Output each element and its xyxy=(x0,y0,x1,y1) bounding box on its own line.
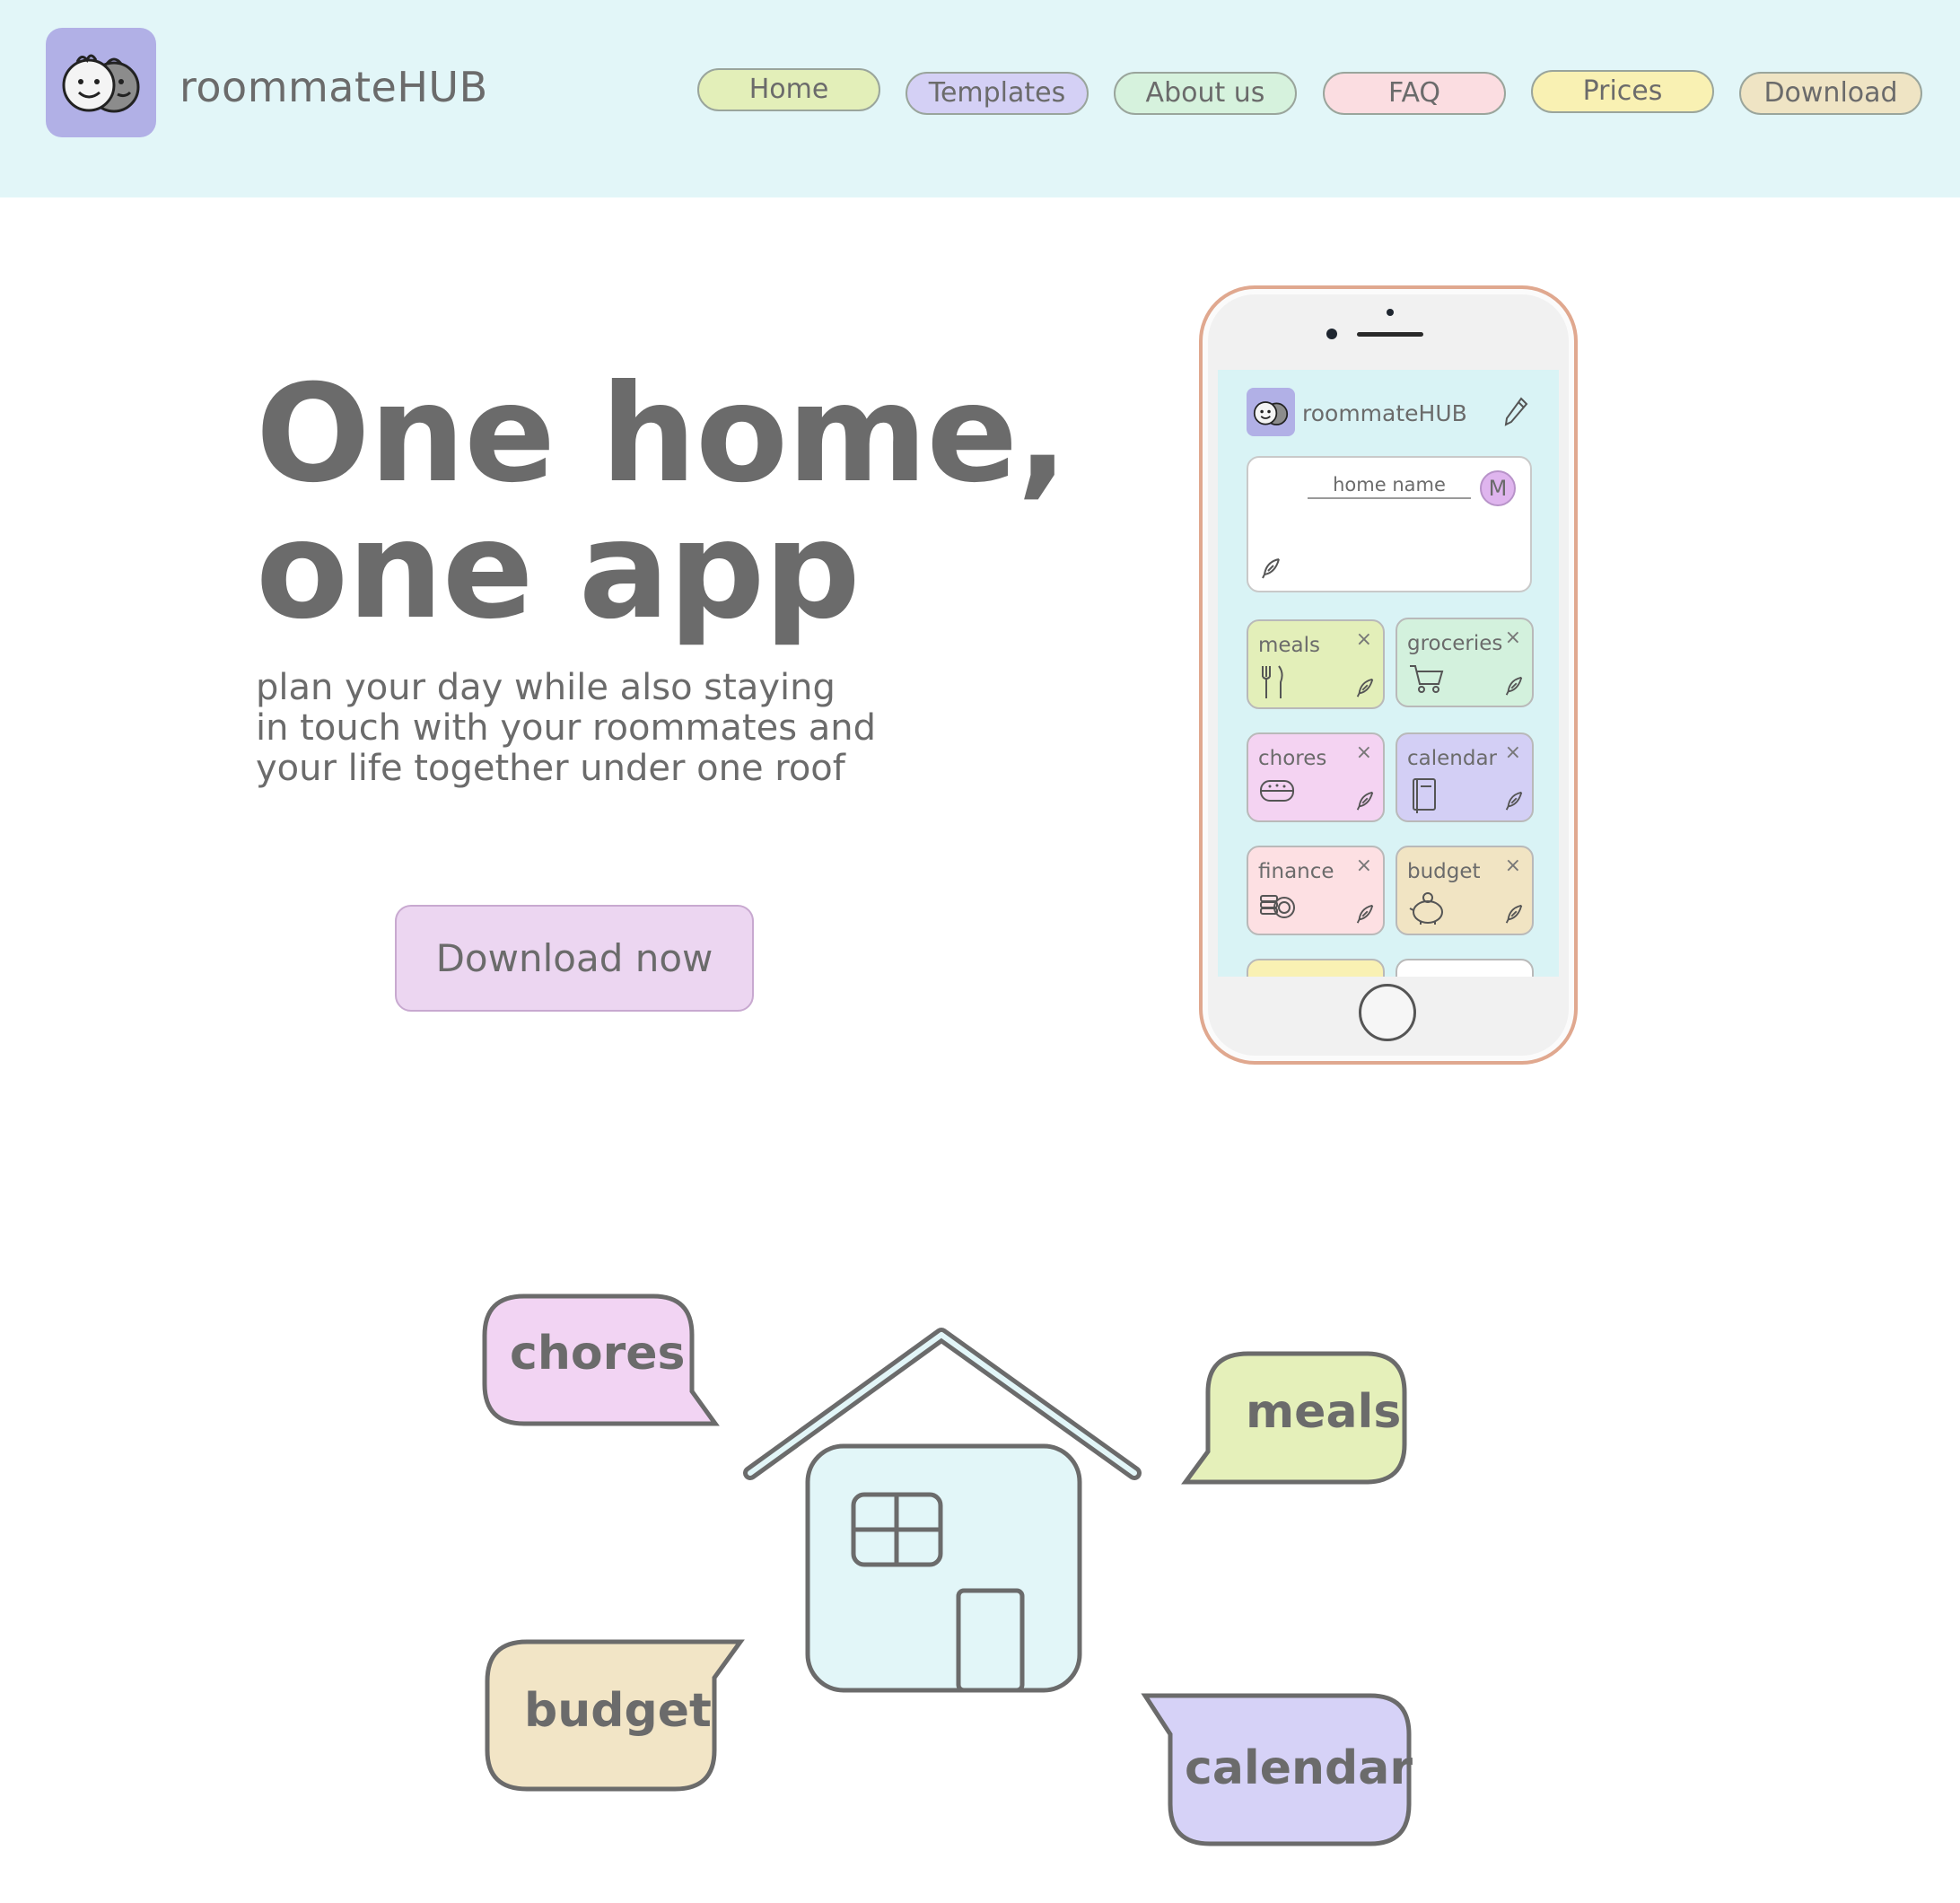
nav-about-us[interactable]: About us xyxy=(1114,72,1297,115)
close-icon[interactable]: × xyxy=(1505,627,1521,649)
sponge-icon xyxy=(1259,777,1295,808)
tile-label: budget xyxy=(1407,860,1481,883)
edit-feather-icon[interactable] xyxy=(1354,903,1376,928)
brand-name[interactable]: roommateHUB xyxy=(179,63,488,111)
house-body xyxy=(805,1443,1082,1693)
download-now-button[interactable]: Download now xyxy=(395,905,754,1012)
tile-meals[interactable]: meals × xyxy=(1247,619,1385,709)
hero-subtitle: plan your day while also staying in touc… xyxy=(256,668,938,789)
nav-download[interactable]: Download xyxy=(1739,72,1922,115)
bubble-label-chores: chores xyxy=(510,1327,686,1381)
phone-sensor xyxy=(1387,309,1394,316)
tile-label: chores xyxy=(1258,747,1327,770)
tile-groceries[interactable]: groceries × xyxy=(1396,618,1534,707)
bubble-label-budget: budget xyxy=(524,1684,712,1738)
tile-chores[interactable]: chores × xyxy=(1247,732,1385,822)
close-icon[interactable]: × xyxy=(1356,628,1372,651)
hero-subtitle-line-2: in touch with your roommates and xyxy=(256,707,877,749)
edit-feather-icon[interactable] xyxy=(1354,790,1376,815)
phone-speaker xyxy=(1357,332,1423,337)
bubble-label-calendar: calendar xyxy=(1185,1741,1413,1795)
close-icon[interactable]: × xyxy=(1356,741,1372,764)
close-icon[interactable]: × xyxy=(1505,741,1521,764)
edit-feather-icon[interactable] xyxy=(1259,557,1282,583)
phone-screen: roommateHUB home name M meals × grocerie… xyxy=(1218,370,1559,977)
edit-feather-icon[interactable] xyxy=(1503,790,1525,815)
bubble-label-meals: meals xyxy=(1246,1385,1402,1439)
edit-feather-icon[interactable] xyxy=(1354,677,1376,702)
user-avatar[interactable]: M xyxy=(1480,470,1516,506)
nav-templates[interactable]: Templates xyxy=(906,72,1089,115)
coins-icon xyxy=(1259,890,1297,925)
close-icon[interactable]: × xyxy=(1505,855,1521,877)
tile-budget[interactable]: budget × xyxy=(1396,846,1534,935)
tile-label: meals xyxy=(1258,634,1321,657)
fork-knife-icon xyxy=(1259,664,1286,704)
nav-faq[interactable]: FAQ xyxy=(1323,72,1506,115)
nav-home[interactable]: Home xyxy=(697,68,880,111)
tile-label: groceries xyxy=(1407,632,1503,655)
hero-title-line-1: One home, xyxy=(256,356,1068,513)
tile-finance[interactable]: finance × xyxy=(1247,846,1385,935)
tile-label: finance xyxy=(1258,860,1334,883)
edit-feather-icon[interactable] xyxy=(1503,675,1525,700)
app-logo-icon xyxy=(1247,388,1295,436)
site-header: roommateHUB Home Templates About us FAQ … xyxy=(0,0,1960,197)
shopping-cart-icon xyxy=(1408,662,1446,698)
nav-prices[interactable]: Prices xyxy=(1531,70,1714,113)
hero-title-line-2: one app xyxy=(256,493,861,649)
house-door xyxy=(956,1588,1025,1693)
home-name-field[interactable]: home name xyxy=(1308,474,1471,499)
close-icon[interactable]: × xyxy=(1356,855,1372,877)
edit-feather-icon[interactable] xyxy=(1503,903,1525,928)
tile-partial-yellow[interactable] xyxy=(1247,959,1385,977)
house-illustration xyxy=(482,1294,1412,1846)
home-card: home name M xyxy=(1247,456,1532,592)
tile-label: calendar xyxy=(1407,747,1498,770)
tile-partial-white[interactable] xyxy=(1396,959,1534,977)
phone-camera xyxy=(1326,329,1337,339)
pencil-icon[interactable] xyxy=(1503,397,1528,431)
phone-home-button xyxy=(1359,984,1416,1041)
app-brand: roommateHUB xyxy=(1302,400,1467,426)
hero-subtitle-line-1: plan your day while also staying xyxy=(256,667,836,708)
notebook-icon xyxy=(1408,777,1439,819)
tile-calendar[interactable]: calendar × xyxy=(1396,732,1534,822)
hero-title: One home, one app xyxy=(256,356,1068,649)
hero-subtitle-line-3: your life together under one roof xyxy=(256,748,845,789)
piggy-bank-icon xyxy=(1408,890,1448,930)
roommates-logo-icon[interactable] xyxy=(46,28,156,137)
